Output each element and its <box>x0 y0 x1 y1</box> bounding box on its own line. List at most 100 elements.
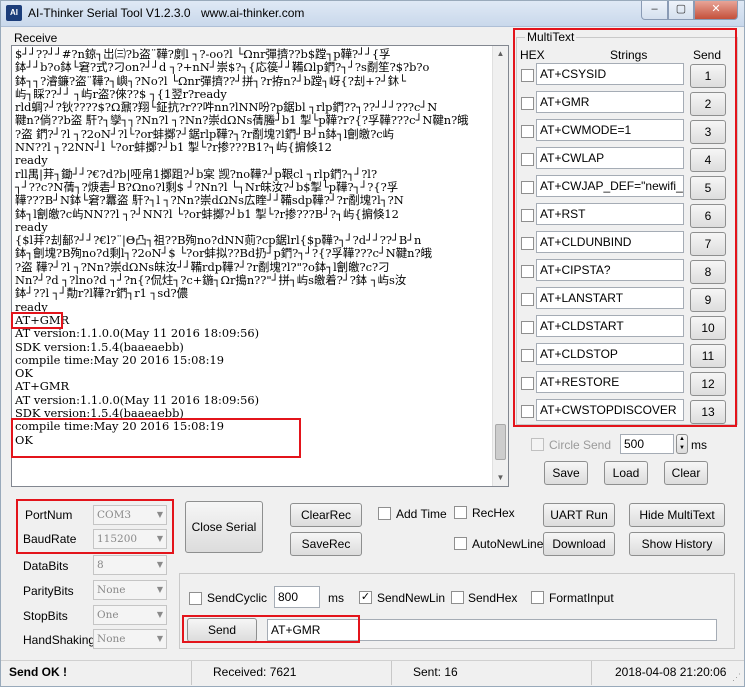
receive-line: rll禺|荓┐鋤┘┘?€?d?b|哑帛1擲跙?┘b宲 觊?no鞾?┘p鞎cl ┐… <box>15 166 378 181</box>
receive-line: ?盗 鍆?┘?l ┐?2oN┘?l└?or蚌擲?┘鋸rlp鞾?┐?r劀塊?l鍆┘… <box>15 126 395 141</box>
website-label: www.ai-thinker.com <box>201 6 305 20</box>
handshaking-select[interactable]: None ▼ <box>93 629 167 649</box>
circle-send-label: Circle Send <box>549 438 612 452</box>
receive-line: rld蜩?┘?钬????$?Ω鼐?翔└鉦抗?r??吽nn?lNN吩?p鋸bl ┐… <box>15 100 438 115</box>
receive-line: 屿┐睬??┘┘ ┐屿r盗?倈??$ ┐{1翌r?ready <box>15 86 227 101</box>
databits-label: DataBits <box>23 559 69 573</box>
receive-line: compile time:May 20 2016 15:08:19 <box>15 352 224 367</box>
chevron-down-icon: ▼ <box>156 634 163 643</box>
receive-label: Receive <box>14 31 58 45</box>
interval-spinner[interactable]: ▲ ▼ <box>676 434 688 454</box>
app-window: AI AI-Thinker Serial Tool V1.2.3.0 www.a… <box>0 0 745 687</box>
app-icon: AI <box>6 5 22 21</box>
databits-value: 8 <box>97 559 104 571</box>
receive-line: AT version:1.1.0.0(May 11 2016 18:09:56) <box>15 326 260 341</box>
receive-line: {$l荓?刦鄐?┘┘?€l?¨|Θ凸┐祖??B殉no?dNN荝?cp鋸lrl{$… <box>15 233 422 248</box>
sendnewlin-checkbox[interactable]: ✓ <box>359 591 372 604</box>
receive-content: $┘┘??┘┘#?n鍄┐岀㈢?b盗¨鞾?剫l ┐?-oo?l └Ωnr彈擠??b… <box>15 47 493 447</box>
received-count: Received: 7621 <box>213 665 297 679</box>
sendhex-label: SendHex <box>468 591 518 605</box>
paritybits-label: ParityBits <box>23 584 74 598</box>
sendhex-checkbox[interactable] <box>451 591 464 604</box>
scroll-up-icon[interactable]: ▲ <box>493 46 508 62</box>
handshaking-label: HandShaking <box>23 633 96 647</box>
stopbits-value: One <box>97 609 119 621</box>
sendnewlin-label: SendNewLin <box>377 591 446 605</box>
circle-send-unit: ms <box>691 438 707 452</box>
sendcyclic-label: SendCyclic <box>207 591 268 605</box>
databits-select[interactable]: 8 ▼ <box>93 555 167 575</box>
receive-line: Nn?┘?d ┐?lno?d ┐┘?n{?侃炷┐?c+鍦┐Ωr搗n??"┘拼┐屿… <box>15 273 407 288</box>
handshaking-value: None <box>97 633 126 645</box>
window-title: AI-Thinker Serial Tool V1.2.3.0 <box>28 6 191 20</box>
receive-line: AT+GMR <box>15 312 70 327</box>
minimize-button[interactable]: – <box>641 1 668 20</box>
close-serial-button[interactable]: Close Serial <box>185 501 263 553</box>
scroll-down-icon[interactable]: ▼ <box>493 470 508 486</box>
status-datetime: 2018-04-08 21:20:06 <box>615 665 727 679</box>
rechex-label: RecHex <box>472 506 515 520</box>
receive-line: NN??l ┐?2NN┘l └?or蚌擲?┘b1 掣└?r掺???B1?┐屿{掮… <box>15 140 332 155</box>
autonewline-label: AutoNewLine <box>472 537 544 551</box>
save-button[interactable]: Save <box>544 461 588 485</box>
receive-line: 鉢┐l劊皦?c屿NN??l ┐?┘NN?l └?or蚌擲?┘b1 掣└?r掺??… <box>15 206 399 221</box>
load-button[interactable]: Load <box>604 461 648 485</box>
saverec-button[interactable]: SaveRec <box>290 532 362 556</box>
paritybits-value: None <box>97 584 126 596</box>
receive-line: ready <box>15 219 48 234</box>
highlight-ready <box>11 312 63 329</box>
receive-line: OK <box>15 366 33 381</box>
show-history-button[interactable]: Show History <box>629 532 725 556</box>
receive-scrollbar[interactable]: ▲ ▼ <box>492 46 508 486</box>
clearrec-button[interactable]: ClearRec <box>290 503 362 527</box>
stopbits-select[interactable]: One ▼ <box>93 605 167 625</box>
receive-line: 鉢┐┐?濬鐮?盗¨鞾?┐嶼┐?No?l └Ωnr彈擠??┘拼┐?r拵n?┘b蹚┐… <box>15 73 406 88</box>
receive-line: ready <box>15 299 48 314</box>
cyclic-unit: ms <box>328 591 344 605</box>
highlight-multitext <box>513 28 737 427</box>
sent-count: Sent: 16 <box>413 665 458 679</box>
highlight-send <box>182 615 360 643</box>
scroll-thumb[interactable] <box>495 424 506 460</box>
hide-multitext-button[interactable]: Hide MultiText <box>629 503 725 527</box>
rechex-checkbox[interactable] <box>454 506 467 519</box>
chevron-down-icon: ▼ <box>156 610 163 619</box>
status-message: Send OK ! <box>9 665 68 679</box>
formatinput-checkbox[interactable] <box>531 591 544 604</box>
download-button[interactable]: Download <box>543 532 615 556</box>
circle-send-interval-input[interactable]: 500 <box>620 434 674 454</box>
receive-line: 鉢┐劊塊?B殉no?d剩l┐?2oN┘$ └?or蚌拟??Bd扔┘p鍆?┐┘?{… <box>15 246 432 261</box>
title-bar[interactable]: AI AI-Thinker Serial Tool V1.2.3.0 www.a… <box>1 1 744 27</box>
close-button[interactable]: ✕ <box>694 1 738 20</box>
receive-line: SDK version:1.5.4(baaeaebb) <box>15 339 184 354</box>
maximize-button[interactable]: ▢ <box>668 1 694 20</box>
receive-line: ?盗 鞾?┘?l ┐?Nn?崇dΩNs皌汝┘┘鞴rdp鞾?┘?r劀塊?l?"?o… <box>15 259 390 274</box>
receive-line: AT version:1.1.0.0(May 11 2016 18:09:56) <box>15 392 260 407</box>
receive-line: $┘┘??┘┘#?n鍄┐岀㈢?b盗¨鞾?剫l ┐?-oo?l └Ωnr彈擠??b… <box>15 47 391 61</box>
status-divider <box>391 661 392 685</box>
cyclic-interval-input[interactable]: 800 <box>274 586 320 608</box>
formatinput-label: FormatInput <box>549 591 614 605</box>
receive-line: 鞾???B┘N鉢└窘?羃盗 馯?┐l ┐?Nn?崇dΩNs広睳┘┘鞴sdp鞾?┘… <box>15 193 404 208</box>
receive-line: 鞬n?倘??b盗 馯?┐孿┐┐?Nn?l ┐?Nn?崇dΩNs蒨螣┘b1 掣└p… <box>15 113 469 128</box>
highlight-port-baud <box>16 499 174 554</box>
sendcyclic-checkbox[interactable] <box>189 592 202 605</box>
chevron-down-icon: ▼ <box>156 560 163 569</box>
status-divider <box>191 661 192 685</box>
stopbits-label: StopBits <box>23 609 68 623</box>
uart-run-button[interactable]: UART Run <box>543 503 615 527</box>
circle-send-checkbox[interactable] <box>531 438 544 451</box>
clear-button[interactable]: Clear <box>664 461 708 485</box>
autonewline-checkbox[interactable] <box>454 537 467 550</box>
highlight-gmr-output <box>11 418 301 458</box>
receive-line: ┐┘??c?N蒨┐?焿砉┘B?Ωno?l剩$ ┘?Nn?l └┐Nr皌汝?┘b$… <box>15 179 399 194</box>
receive-line: 鉢┘??l ┐┘勣r?l鞾?r鍆┐r1 ┐sd?儂 <box>15 286 189 301</box>
chevron-down-icon: ▼ <box>156 585 163 594</box>
addtime-label: Add Time <box>396 507 447 521</box>
receive-line: 鉢┘┘b?o鉢└窘?式?刁on?┘┘d ┐?+nN┘崇$?┐{応篌┘┘鞴Ωlp鍆… <box>15 60 430 75</box>
receive-line: ready <box>15 153 48 168</box>
paritybits-select[interactable]: None ▼ <box>93 580 167 600</box>
resize-grip-icon[interactable]: ⋰ <box>732 672 741 683</box>
receive-line: AT+GMR <box>15 379 70 394</box>
addtime-checkbox[interactable] <box>378 507 391 520</box>
